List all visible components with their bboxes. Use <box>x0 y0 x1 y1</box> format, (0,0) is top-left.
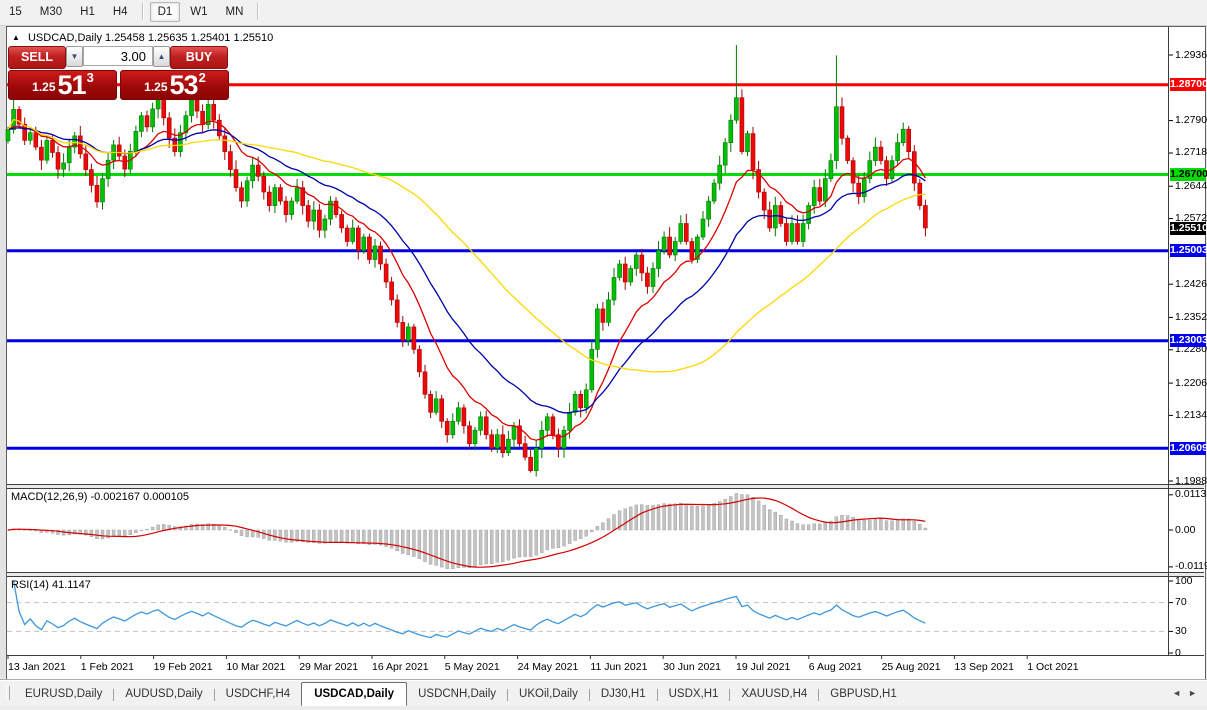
price-axis-label-1.25003: 1.25003 <box>1170 244 1206 257</box>
tab-dj30-h1[interactable]: DJ30,H1 <box>590 685 657 704</box>
symbol-period-label: USDCAD,Daily <box>28 32 102 44</box>
date-axis-label: 16 Apr 2021 <box>372 661 429 673</box>
date-axis-label: 6 Aug 2021 <box>809 661 862 673</box>
collapse-triangle-icon[interactable]: ▲ <box>12 33 20 42</box>
sell-button[interactable]: SELL <box>8 46 66 69</box>
date-axis-label: 13 Sep 2021 <box>954 661 1014 673</box>
main-macd-separator[interactable] <box>7 484 1204 489</box>
tab-ukoil-daily[interactable]: UKOil,Daily <box>508 685 589 704</box>
date-axis-label: 13 Jan 2021 <box>8 661 66 673</box>
price-axis-tick: 1.27180 <box>1175 147 1207 158</box>
timeframe-button-h1[interactable]: H1 <box>72 2 103 22</box>
tab-usdchf-h4[interactable]: USDCHF,H4 <box>215 685 302 704</box>
rsi-axis-tick: 70 <box>1175 597 1187 608</box>
tabs-scroll-left-icon[interactable]: ◄ <box>1172 689 1181 698</box>
price-axis-label-1.25510: 1.25510 <box>1170 222 1206 235</box>
timeframe-button-mn[interactable]: MN <box>218 2 252 22</box>
price-axis-line <box>1168 27 1169 655</box>
timeframe-button-w1[interactable]: W1 <box>182 2 215 22</box>
tab-usdcnh-daily[interactable]: USDCNH,Daily <box>407 685 507 704</box>
timeframe-button-15[interactable]: 15 <box>1 2 30 22</box>
rsi-axis-tick: 30 <box>1175 626 1187 637</box>
price-axis-tick: 1.19880 <box>1175 476 1207 487</box>
tab-xauusd-h4[interactable]: XAUUSD,H4 <box>730 685 818 704</box>
price-axis-tick: 1.29360 <box>1175 50 1207 61</box>
volume-increase-button[interactable]: ▲ <box>153 46 170 67</box>
price-axis-tick: 1.23520 <box>1175 312 1207 323</box>
timeframe-button-d1[interactable]: D1 <box>150 2 181 22</box>
buy-button[interactable]: BUY <box>170 46 228 69</box>
date-axis-label: 10 Mar 2021 <box>226 661 285 673</box>
tab-audusd-daily[interactable]: AUDUSD,Daily <box>114 685 213 704</box>
rsi-indicator-label: RSI(14) 41.1147 <box>11 579 91 591</box>
timeframe-button-m30[interactable]: M30 <box>32 2 70 22</box>
tabbar-grip <box>6 686 10 700</box>
price-axis-label-1.28700: 1.28700 <box>1170 78 1206 91</box>
macd-indicator-label: MACD(12,26,9) -0.002167 0.000105 <box>11 491 189 503</box>
tab-usdcad-daily[interactable]: USDCAD,Daily <box>301 682 407 706</box>
rsi-axis-tick: 0 <box>1175 648 1181 659</box>
buy-price-box[interactable]: 1.25 53 2 <box>120 70 229 100</box>
rsi-axis-tick: 100 <box>1175 576 1193 587</box>
buy-price-prefix: 1.25 <box>144 80 167 94</box>
tab-eurusd-daily[interactable]: EURUSD,Daily <box>14 685 113 704</box>
price-axis-label-1.26700: 1.26700 <box>1170 168 1206 181</box>
chart-title-bar: ▲ USDCAD,Daily 1.25458 1.25635 1.25401 1… <box>12 32 273 44</box>
rsi-panel-plot-area[interactable] <box>7 577 1168 655</box>
toolbar-separator <box>257 3 259 20</box>
date-axis-label: 24 May 2021 <box>518 661 579 673</box>
macd-rsi-separator[interactable] <box>7 572 1204 577</box>
date-axis-label: 29 Mar 2021 <box>299 661 358 673</box>
date-axis-label: 11 Jun 2021 <box>590 661 647 673</box>
sell-price-box[interactable]: 1.25 51 3 <box>8 70 117 100</box>
date-axis-label: 1 Oct 2021 <box>1027 661 1078 673</box>
sell-price-prefix: 1.25 <box>32 80 55 94</box>
date-axis-line <box>7 655 1204 656</box>
macd-axis-tick: 0.01135 <box>1175 489 1207 500</box>
sell-price-big-digits: 51 <box>58 73 86 97</box>
volume-decrease-button[interactable]: ▼ <box>66 46 83 67</box>
price-axis-tick: 1.27900 <box>1175 115 1207 126</box>
timeframe-toolbar: 15M30H1H4 D1W1MN <box>0 0 1207 26</box>
volume-input[interactable] <box>83 46 153 66</box>
macd-axis-tick: 0.00 <box>1175 525 1195 536</box>
timeframe-button-h4[interactable]: H4 <box>105 2 136 22</box>
price-axis-label-1.20609: 1.20609 <box>1170 442 1206 455</box>
buy-price-pipette: 2 <box>199 70 206 85</box>
sell-price-pipette: 3 <box>87 70 94 85</box>
date-axis-label: 5 May 2021 <box>445 661 500 673</box>
price-axis-tick: 1.26440 <box>1175 181 1207 192</box>
date-axis-label: 19 Feb 2021 <box>154 661 213 673</box>
macd-axis-tick: -0.01190 <box>1175 561 1207 572</box>
date-axis-label: 25 Aug 2021 <box>882 661 941 673</box>
buy-price-big-digits: 53 <box>170 73 198 97</box>
tab-usdx-h1[interactable]: USDX,H1 <box>658 685 730 704</box>
price-axis-tick: 1.24260 <box>1175 279 1207 290</box>
ohlc-quote-values: 1.25458 1.25635 1.25401 1.25510 <box>105 32 273 44</box>
price-axis-tick: 1.21340 <box>1175 410 1207 421</box>
toolbar-separator <box>142 3 144 20</box>
chart-tab-bar: ◄ ► EURUSD,DailyAUDUSD,DailyUSDCHF,H4USD… <box>0 681 1207 706</box>
price-axis-tick: 1.22060 <box>1175 378 1207 389</box>
tabs-scroll-right-icon[interactable]: ► <box>1188 689 1197 698</box>
date-axis-label: 30 Jun 2021 <box>663 661 721 673</box>
mt4-terminal: { "toolbar": { "timeframes": ["15", "M30… <box>0 0 1207 710</box>
date-axis-label: 1 Feb 2021 <box>81 661 134 673</box>
tab-gbpusd-h1[interactable]: GBPUSD,H1 <box>819 685 907 704</box>
date-axis-label: 19 Jul 2021 <box>736 661 790 673</box>
one-click-trading-panel: SELL ▼ ▲ BUY 1.25 51 3 1.25 53 2 <box>8 46 230 102</box>
price-axis-label-1.23003: 1.23003 <box>1170 334 1206 347</box>
